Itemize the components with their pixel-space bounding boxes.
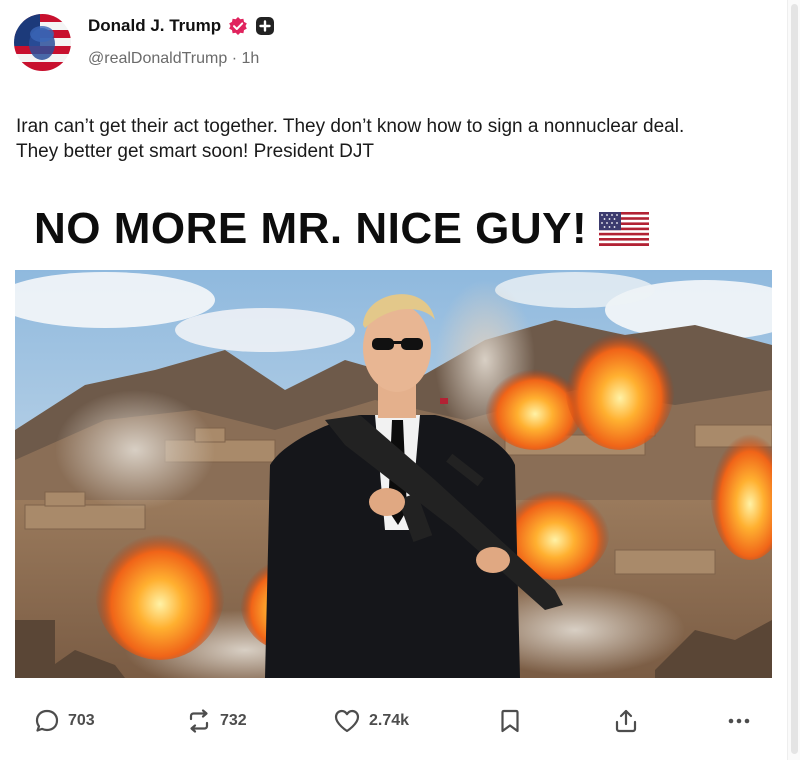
more-button[interactable] [726, 708, 752, 734]
reply-icon [34, 708, 60, 734]
share-button[interactable] [613, 708, 639, 734]
post-card: Donald J. Trump @realDonaldTrump · 1h Ir… [0, 0, 800, 760]
post-text: Iran can’t get their act together. They … [16, 116, 685, 162]
avatar[interactable] [14, 14, 71, 71]
scrollbar[interactable] [787, 0, 800, 760]
reply-count: 703 [68, 712, 95, 729]
reply-button[interactable]: 703 [34, 708, 95, 734]
display-name[interactable]: Donald J. Trump [88, 16, 221, 36]
post-image[interactable] [15, 270, 772, 678]
heart-icon [333, 708, 361, 734]
plus-badge-icon [255, 16, 275, 36]
share-icon [613, 708, 639, 734]
repost-icon [186, 708, 212, 734]
like-count: 2.74k [369, 712, 410, 729]
headline-text: NO MORE MR. NICE GUY! [34, 204, 588, 253]
repost-count: 732 [220, 712, 247, 729]
verified-badge-icon [228, 16, 248, 36]
separator: · [231, 50, 238, 67]
bookmark-icon [498, 708, 522, 734]
repost-button[interactable]: 732 [186, 708, 247, 734]
more-icon [726, 708, 752, 734]
handle-row: @realDonaldTrump · 1h [88, 50, 259, 68]
headline: NO MORE MR. NICE GUY! [34, 200, 650, 258]
action-bar: 703 732 2.74k [0, 700, 800, 744]
us-flag-icon [599, 212, 650, 246]
like-button[interactable]: 2.74k [333, 708, 409, 734]
bookmark-button[interactable] [498, 708, 522, 734]
timestamp[interactable]: 1h [242, 50, 260, 67]
scrollbar-thumb[interactable] [791, 4, 798, 754]
handle[interactable]: @realDonaldTrump [88, 50, 227, 67]
